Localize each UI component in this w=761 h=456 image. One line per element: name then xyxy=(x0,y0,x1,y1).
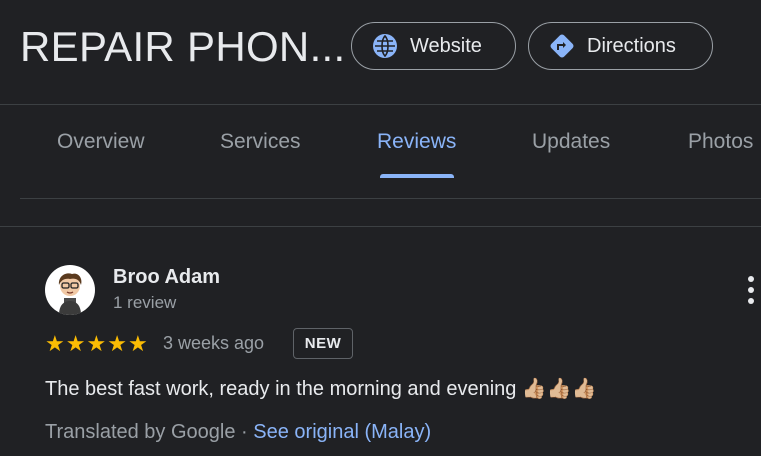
reviewer-name[interactable]: Broo Adam xyxy=(113,266,220,289)
star-icon: ★ xyxy=(65,331,86,356)
directions-label: Directions xyxy=(587,34,676,57)
translated-by-label: Translated by Google xyxy=(45,421,236,443)
avatar[interactable] xyxy=(45,265,95,315)
tabs-divider xyxy=(20,198,761,199)
more-vert-icon[interactable] xyxy=(744,276,758,304)
tab-reviews[interactable]: Reviews xyxy=(377,130,456,154)
translation-line: Translated by Google · See original (Mal… xyxy=(45,421,431,444)
more-dot xyxy=(748,276,754,282)
website-button[interactable]: Website xyxy=(351,22,516,70)
translation-separator: · xyxy=(235,421,254,443)
place-header: REPAIR PHON... Website Directions xyxy=(0,0,761,104)
website-label: Website xyxy=(410,34,482,57)
globe-icon xyxy=(372,33,398,59)
tab-services[interactable]: Services xyxy=(220,130,301,154)
see-original-link[interactable]: See original (Malay) xyxy=(253,421,431,443)
section-divider xyxy=(0,226,761,227)
active-tab-indicator xyxy=(380,174,454,178)
review-text: The best fast work, ready in the morning… xyxy=(45,378,597,400)
more-dot xyxy=(748,287,754,293)
star-icon: ★ xyxy=(86,331,107,356)
star-rating: ★ ★ ★ ★ ★ xyxy=(45,333,148,355)
tab-updates[interactable]: Updates xyxy=(532,130,610,154)
tab-bar: Overview Services Reviews Updates Photos xyxy=(0,105,761,180)
new-badge: NEW xyxy=(293,328,353,359)
directions-button[interactable]: Directions xyxy=(528,22,713,70)
tab-photos[interactable]: Photos xyxy=(688,130,753,154)
review-time: 3 weeks ago xyxy=(163,333,265,353)
place-title: REPAIR PHON... xyxy=(20,23,346,70)
reviewer-review-count: 1 review xyxy=(113,293,177,312)
more-dot xyxy=(748,298,754,304)
star-icon: ★ xyxy=(107,331,127,356)
directions-icon xyxy=(549,33,575,59)
star-icon: ★ xyxy=(45,331,65,356)
tab-overview[interactable]: Overview xyxy=(57,130,145,154)
star-icon: ★ xyxy=(127,331,148,356)
